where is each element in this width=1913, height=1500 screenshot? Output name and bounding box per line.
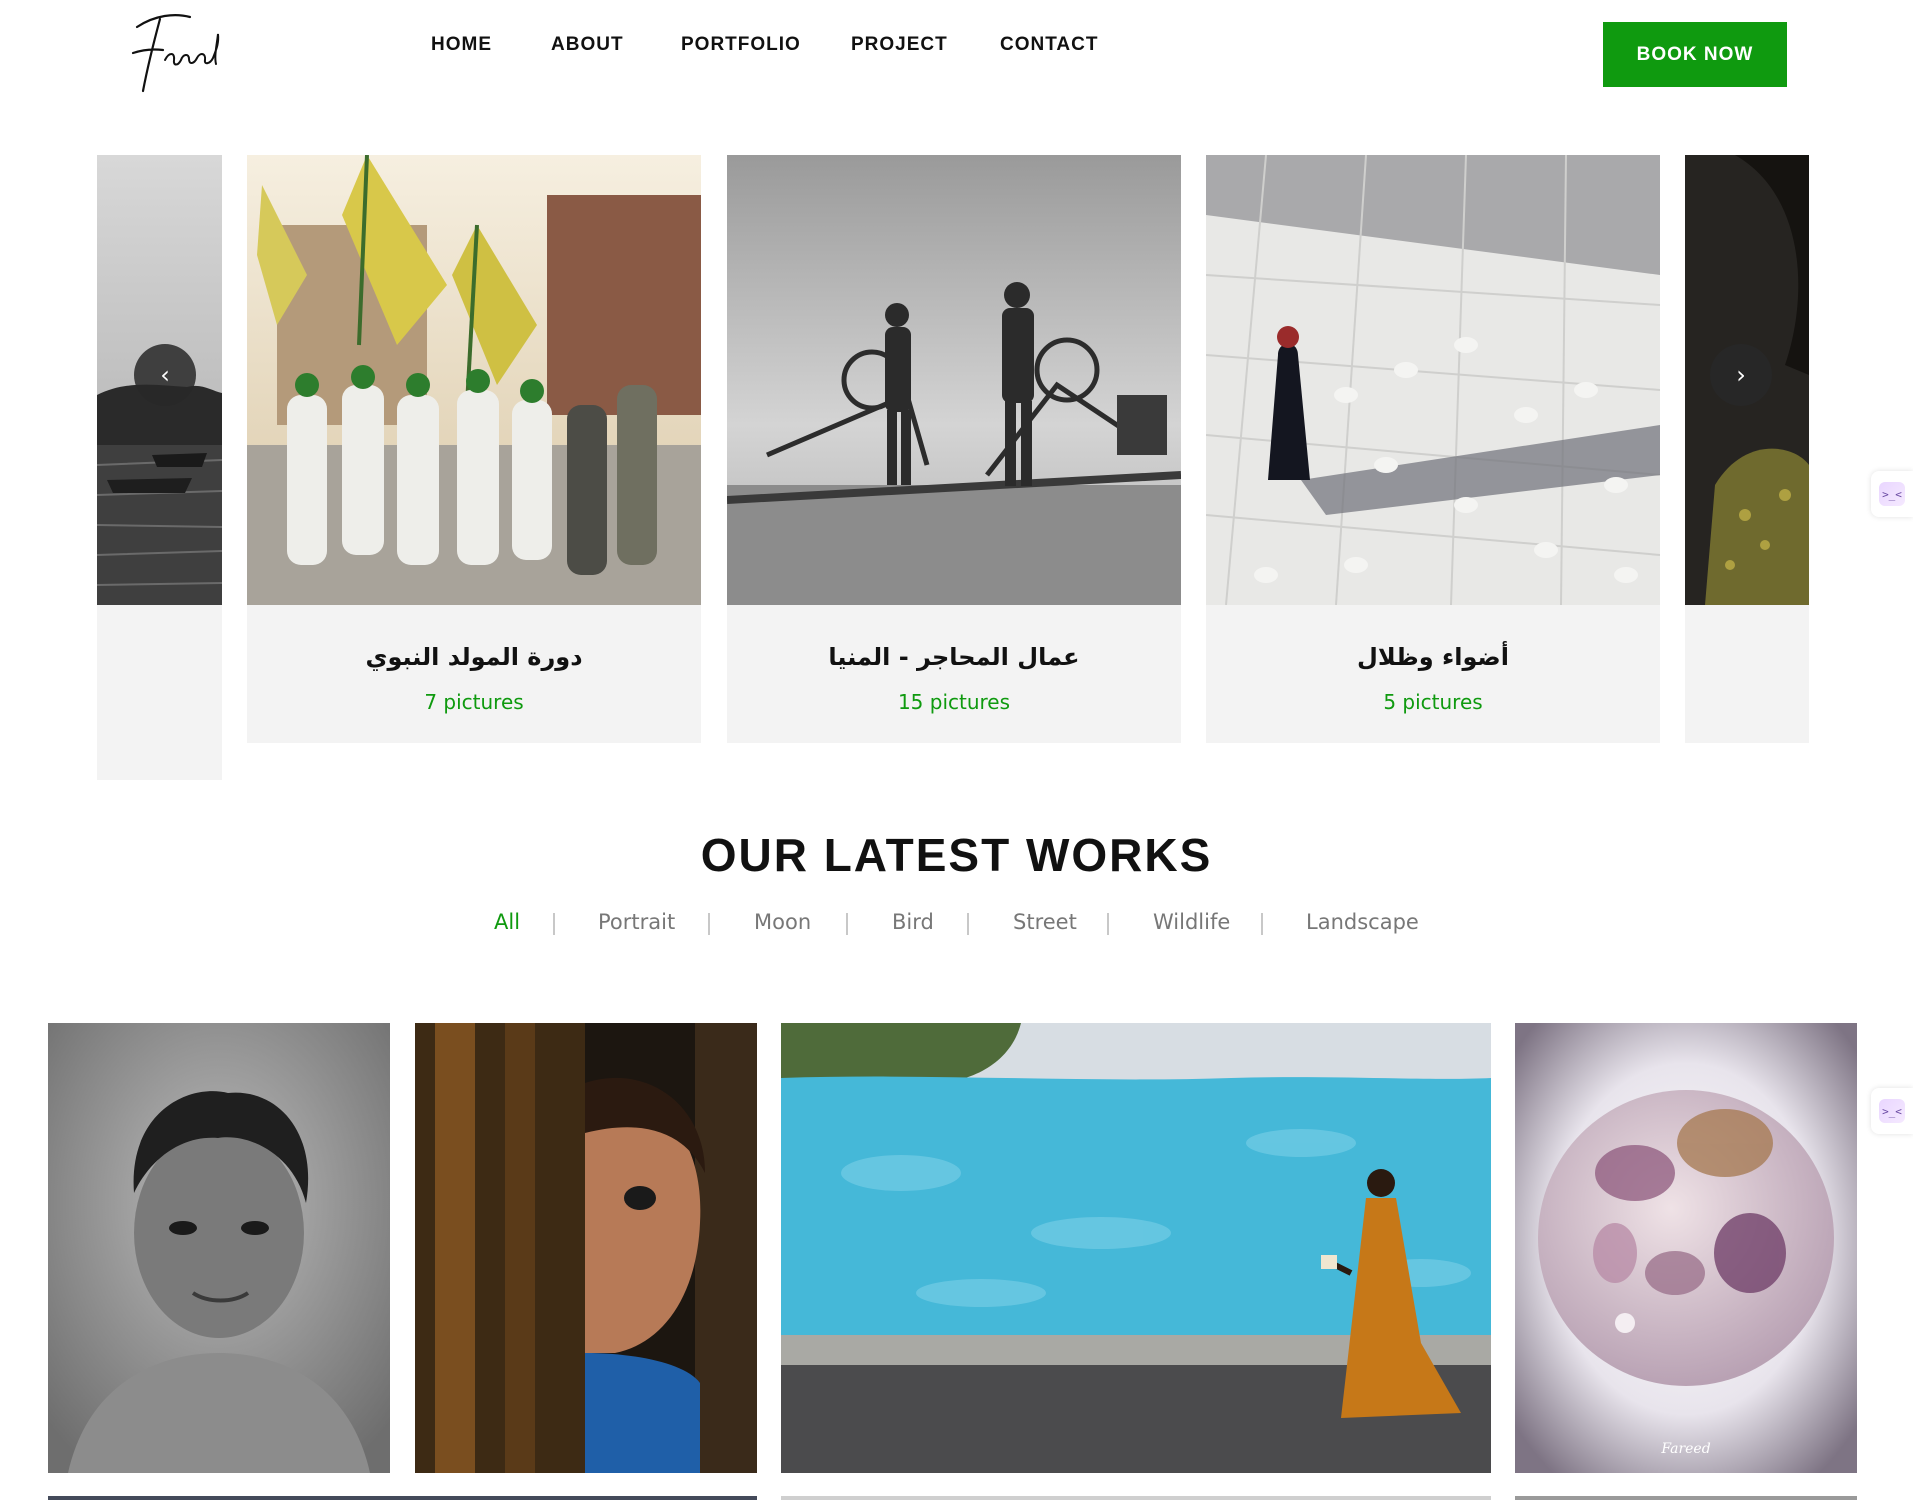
filter-divider <box>1261 913 1263 935</box>
carousel-image-quarry-workers <box>727 155 1181 605</box>
gallery-image-blue-wall <box>781 1023 1491 1473</box>
nav-home[interactable]: HOME <box>431 34 492 56</box>
carousel-card-partial-left-footer <box>97 605 222 780</box>
filter-all[interactable]: All <box>494 910 520 934</box>
logo[interactable] <box>115 5 235 95</box>
gallery-next-row-edge <box>1515 1496 1857 1500</box>
side-assistant-widget[interactable]: >_< <box>1871 471 1913 517</box>
chevron-right-icon: › <box>1736 361 1746 389</box>
chevron-left-icon: ‹ <box>160 361 170 389</box>
gallery-image-moon: Fareed <box>1515 1023 1857 1473</box>
portfolio-filters: All Portrait Moon Bird Street Wildlife L… <box>0 910 1913 940</box>
carousel-image-light-shadows <box>1206 155 1660 605</box>
gallery-item-moon[interactable]: Fareed <box>1515 1023 1857 1473</box>
nav-portfolio[interactable]: PORTFOLIO <box>681 34 801 56</box>
filter-moon[interactable]: Moon <box>754 910 811 934</box>
nav-about[interactable]: ABOUT <box>551 34 624 56</box>
carousel-card-partial-right-footer <box>1685 605 1809 743</box>
filter-divider <box>708 913 710 935</box>
filter-portrait[interactable]: Portrait <box>598 910 675 934</box>
carousel-next-button[interactable]: › <box>1710 344 1772 406</box>
carousel-card-1-footer[interactable]: دورة المولد النبوي 7 pictures <box>247 605 701 743</box>
carousel-card-2-image[interactable] <box>727 155 1181 605</box>
carousel-card-2-footer[interactable]: عمال المحاجر - المنيا 15 pictures <box>727 605 1181 743</box>
latest-works-title: OUR LATEST WORKS <box>700 829 1213 881</box>
carousel-card-1-count: 7 pictures <box>424 690 524 714</box>
filter-landscape[interactable]: Landscape <box>1306 910 1419 934</box>
carousel-card-3-footer[interactable]: أضواء وظلال 5 pictures <box>1206 605 1660 743</box>
carousel-card-1-image[interactable] <box>247 155 701 605</box>
carousel-card-3-title: أضواء وظلال <box>1357 643 1509 671</box>
assistant-icon: >_< <box>1879 1099 1905 1123</box>
gallery-next-row-edge <box>781 1496 1491 1500</box>
side-assistant-widget[interactable]: >_< <box>1871 1088 1913 1134</box>
moon-watermark: Fareed <box>1660 1441 1710 1457</box>
carousel-image-procession <box>247 155 701 605</box>
filter-divider <box>967 913 969 935</box>
gallery-item-portrait-boy[interactable] <box>48 1023 390 1473</box>
carousel-card-3-image[interactable] <box>1206 155 1660 605</box>
nav-contact[interactable]: CONTACT <box>1000 34 1098 56</box>
carousel-card-2-title: عمال المحاجر - المنيا <box>828 643 1080 671</box>
filter-wildlife[interactable]: Wildlife <box>1153 910 1230 934</box>
carousel-card-2-count: 15 pictures <box>897 690 1011 714</box>
gallery-image-boy-bw <box>48 1023 390 1473</box>
carousel-card-1-title: دورة المولد النبوي <box>365 643 583 671</box>
assistant-icon: >_< <box>1879 482 1905 506</box>
carousel-prev-button[interactable]: ‹ <box>134 344 196 406</box>
filter-divider <box>1107 913 1109 935</box>
filter-bird[interactable]: Bird <box>892 910 934 934</box>
filter-street[interactable]: Street <box>1013 910 1077 934</box>
gallery-next-row-edge <box>48 1496 757 1500</box>
gallery-image-child-door <box>415 1023 757 1473</box>
filter-divider <box>553 913 555 935</box>
logo-signature <box>131 14 220 93</box>
gallery-item-street-wall[interactable] <box>781 1023 1491 1473</box>
carousel-card-3-count: 5 pictures <box>1383 690 1483 714</box>
gallery-item-portrait-child[interactable] <box>415 1023 757 1473</box>
nav-project[interactable]: PROJECT <box>851 34 948 56</box>
filter-divider <box>846 913 848 935</box>
book-now-button[interactable]: BOOK NOW <box>1603 22 1787 87</box>
